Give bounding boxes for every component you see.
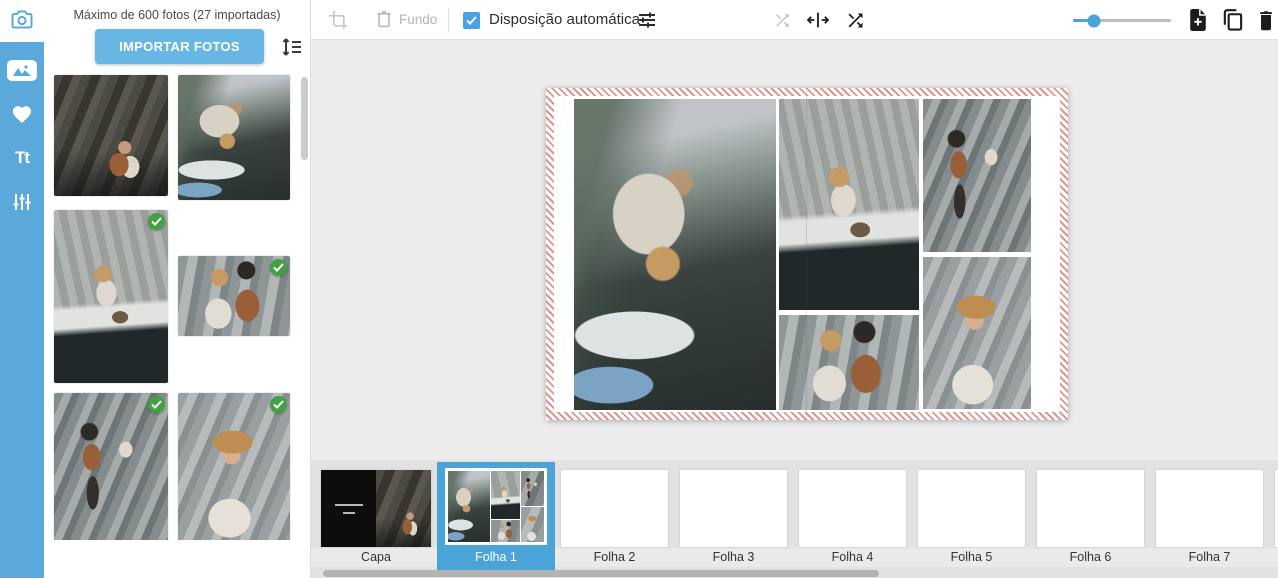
delete-background-button[interactable]: Fundo: [375, 9, 437, 29]
duplicate-page-icon[interactable]: [1221, 8, 1244, 32]
auto-layout-checkbox[interactable]: [463, 12, 480, 29]
auto-layout-label: Disposição automática: [489, 11, 640, 28]
photo-panel: Máximo de 600 fotos (27 importadas) IMPO…: [44, 0, 310, 578]
spread-photo-couple-standing[interactable]: [779, 315, 919, 410]
photo-thumbnail-woman-sitting-on-boat[interactable]: [54, 210, 168, 383]
page-label-capa[interactable]: Capa: [321, 550, 431, 566]
photo-limit-text: Máximo de 600 fotos (27 importadas): [44, 8, 310, 22]
photo-used-check-icon: [148, 213, 165, 230]
image-icon: [7, 60, 37, 81]
photo-thumbnail-woman-leaning-from-boat[interactable]: [178, 75, 290, 200]
sidebar-item-photos[interactable]: [0, 50, 44, 90]
trash-icon: [375, 9, 393, 29]
photo-used-check-icon: [148, 396, 165, 413]
import-photos-button[interactable]: IMPORTAR FOTOS: [95, 29, 264, 64]
text-icon: Tt: [15, 148, 29, 168]
page-label-folha-6[interactable]: Folha 6: [1037, 550, 1144, 566]
add-page-icon[interactable]: [1187, 8, 1209, 32]
photo-used-check-icon: [270, 396, 287, 413]
book-spread: [546, 88, 1068, 420]
page-thumb-folha-1: [445, 468, 547, 545]
filmstrip-scrollbar[interactable]: [323, 570, 879, 577]
shuffle-icon[interactable]: [845, 10, 866, 31]
photo-panel-footer: [44, 540, 310, 578]
layout-settings-icon[interactable]: [637, 10, 657, 30]
photo-thumbnail-man-leaning-on-rocks[interactable]: [54, 393, 168, 542]
photo-panel-scrollbar[interactable]: [301, 77, 308, 160]
vertical-sliders-icon: [12, 192, 32, 212]
zoom-slider-thumb[interactable]: [1087, 14, 1100, 27]
page-item-folha-4[interactable]: [799, 470, 906, 547]
page-filmstrip: Capa Folha 1 Folha 2 Folha 3 Folha 4 Fol…: [311, 460, 1278, 578]
page-item-folha-7[interactable]: [1156, 470, 1263, 547]
page-label-folha-3[interactable]: Folha 3: [680, 550, 787, 566]
sidebar-item-layouts[interactable]: [0, 182, 44, 222]
work-area: Fundo Disposição automática: [310, 0, 1278, 578]
sidebar-item-text[interactable]: Tt: [0, 138, 44, 178]
spread-photo-woman-in-hat[interactable]: [923, 257, 1031, 409]
page-item-folha-5[interactable]: [918, 470, 1025, 547]
spread-photo-woman-sitting-on-boat[interactable]: [779, 99, 919, 310]
photobook-editor: Tt Máximo de 600 fotos (27 importadas) I…: [0, 0, 1278, 578]
heart-icon: [11, 104, 33, 124]
photo-thumbnail-couple-standing[interactable]: [178, 256, 290, 336]
page-label-folha-1[interactable]: Folha 1: [437, 550, 555, 564]
photo-thumbnail-woman-in-hat[interactable]: [178, 393, 290, 542]
split-pages-icon[interactable]: [807, 10, 829, 30]
zoom-slider[interactable]: [1073, 19, 1171, 22]
spread-photo-woman-leaning-from-boat[interactable]: [574, 99, 776, 410]
photo-thumbnail-couple-on-walkway[interactable]: [54, 75, 168, 196]
cover-front-black: [321, 470, 376, 547]
tool-rail-background: Tt: [0, 42, 44, 578]
camera-icon[interactable]: [10, 7, 34, 31]
sidebar-item-favorites[interactable]: [0, 94, 44, 134]
cover-photo: [376, 470, 431, 547]
background-button-label: Fundo: [399, 12, 437, 27]
crop-icon[interactable]: [328, 10, 348, 30]
page-label-folha-4[interactable]: Folha 4: [799, 550, 906, 566]
page-item-capa[interactable]: [321, 470, 431, 547]
page-item-folha-2[interactable]: [561, 470, 668, 547]
sort-order-icon[interactable]: [280, 35, 304, 59]
spread-photo-man-leaning-on-rocks[interactable]: [923, 99, 1031, 252]
canvas: [311, 40, 1278, 460]
photo-used-check-icon: [270, 259, 287, 276]
toolbar-divider: [448, 8, 449, 32]
toolbar: Fundo Disposição automática: [311, 0, 1278, 40]
delete-page-icon[interactable]: [1256, 9, 1276, 31]
shuffle-back-icon[interactable]: [773, 11, 792, 30]
page-label-folha-2[interactable]: Folha 2: [561, 550, 668, 566]
page-item-folha-3[interactable]: [680, 470, 787, 547]
page-label-folha-7[interactable]: Folha 7: [1156, 550, 1263, 566]
page-label-folha-5[interactable]: Folha 5: [918, 550, 1025, 566]
page-item-folha-1-selected[interactable]: Folha 1: [437, 462, 555, 570]
page-item-folha-6[interactable]: [1037, 470, 1144, 547]
tool-rail: Tt: [0, 0, 44, 578]
